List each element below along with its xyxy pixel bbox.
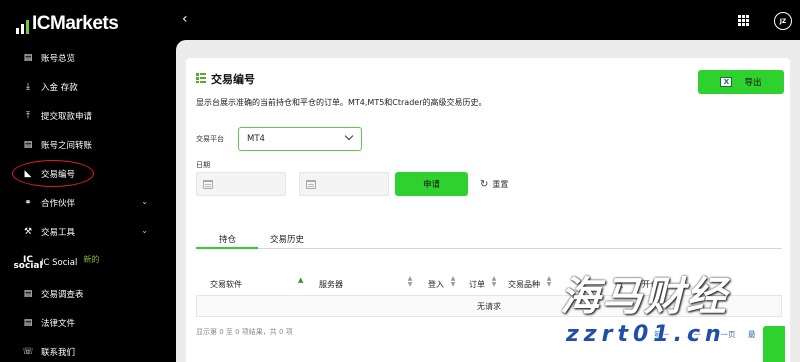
active-tab-indicator bbox=[196, 247, 258, 249]
avatar[interactable]: JZ bbox=[774, 12, 792, 30]
sidebar-item-partner[interactable]: ⚭ 合作伙伴 ⌄ bbox=[22, 194, 162, 212]
sidebar-item-contact[interactable]: ☏ 联系我们 bbox=[22, 343, 162, 361]
apply-button[interactable]: 申请 bbox=[395, 172, 468, 196]
end-date-input[interactable] bbox=[299, 172, 389, 196]
main-content: 交易编号 X 导出 显示台展示准确的当前持仓和平仓的订单。MT4,MT5和Ctr… bbox=[176, 40, 800, 362]
chevron-down-icon bbox=[344, 131, 354, 141]
new-badge: 新的 bbox=[83, 254, 100, 264]
sidebar-item-withdraw[interactable]: ⤒ 提交取款申请 bbox=[22, 107, 162, 125]
sidebar-item-transfer[interactable]: ▤ 账号之间转账 bbox=[22, 136, 162, 154]
column-header-open[interactable]: 开仓 bbox=[642, 278, 658, 290]
export-button[interactable]: X 导出 bbox=[698, 70, 784, 94]
partner-icon: ⚭ bbox=[24, 198, 32, 208]
overview-icon: ▤ bbox=[23, 53, 33, 63]
trade-number-card: 交易编号 X 导出 显示台展示准确的当前持仓和平仓的订单。MT4,MT5和Ctr… bbox=[186, 58, 790, 362]
platform-label: 交易平台 bbox=[196, 135, 224, 143]
excel-icon: X bbox=[720, 77, 733, 87]
sort-asc-icon[interactable]: ▲ bbox=[298, 276, 303, 284]
refresh-icon: ↻ bbox=[480, 178, 489, 190]
sidebar-item-survey[interactable]: ▤ 交易调查表 bbox=[22, 285, 162, 303]
back-arrow-icon[interactable]: ‹ bbox=[182, 11, 188, 27]
sidebar-item-ic-social[interactable]: IC social IC Social 新的 bbox=[13, 254, 162, 272]
logo-bars-icon bbox=[16, 20, 29, 34]
ic-social-icon: IC social bbox=[13, 255, 43, 271]
tools-icon: ⚒ bbox=[23, 227, 33, 237]
calendar-icon bbox=[306, 179, 316, 189]
ic-markets-logo[interactable]: ICMarkets bbox=[16, 10, 119, 34]
pager-first[interactable]: 第一 bbox=[654, 329, 669, 340]
column-header-volume[interactable]: 数 bbox=[615, 278, 623, 290]
sidebar-item-deposit[interactable]: ⤓ 入金 存款 bbox=[22, 78, 162, 96]
highlight-ellipse bbox=[12, 160, 94, 187]
survey-icon: ▤ bbox=[23, 289, 33, 299]
reset-button[interactable]: ↻ 重置 bbox=[480, 177, 508, 191]
start-date-input[interactable] bbox=[196, 172, 286, 196]
calendar-icon bbox=[203, 179, 213, 189]
top-bar: ‹ JZ bbox=[176, 0, 800, 40]
pager-next[interactable]: 下一页 bbox=[713, 329, 736, 340]
column-header-symbol[interactable]: 交易品种 bbox=[508, 278, 540, 290]
column-header-server[interactable]: 服务器 bbox=[319, 278, 343, 290]
table-empty-row: 无请求 bbox=[196, 295, 782, 317]
deposit-icon: ⤓ bbox=[26, 82, 30, 92]
tabs-divider bbox=[196, 248, 782, 249]
sort-icon[interactable]: ▲ ▼ bbox=[491, 276, 497, 288]
sidebar-item-tools[interactable]: ⚒ 交易工具 ⌄ bbox=[22, 223, 162, 241]
transfer-icon: ▤ bbox=[23, 140, 33, 150]
tab-trade-history[interactable]: 交易历史 bbox=[270, 233, 304, 245]
table-footer-info: 显示第 0 至 0 项结果，共 0 项 bbox=[196, 328, 293, 336]
chat-widget-button[interactable] bbox=[763, 326, 785, 362]
chevron-down-icon: ⌄ bbox=[141, 197, 148, 206]
sort-icon[interactable]: ▲ ▼ bbox=[407, 276, 413, 288]
page-title: 交易编号 bbox=[211, 73, 255, 86]
page-description: 显示台展示准确的当前持仓和平仓的订单。MT4,MT5和Ctrader的高级交易历… bbox=[196, 98, 487, 107]
chevron-down-icon: ⌄ bbox=[141, 226, 148, 235]
column-header-software[interactable]: 交易软件 bbox=[210, 278, 242, 290]
tab-positions[interactable]: 持仓 bbox=[219, 233, 236, 245]
contact-icon: ☏ bbox=[22, 347, 34, 357]
sort-icon[interactable]: ▲ ▼ bbox=[546, 276, 552, 288]
sidebar: ICMarkets ▤ 账号总览 ⤓ 入金 存款 ⤒ 提交取款申请 ▤ 账号之间… bbox=[0, 0, 176, 362]
sort-icon[interactable]: ▲ ▼ bbox=[450, 276, 456, 288]
platform-select[interactable]: MT4 bbox=[238, 127, 362, 151]
legal-icon: ▤ bbox=[23, 318, 33, 328]
apps-grid-icon[interactable] bbox=[738, 15, 749, 26]
column-header-login[interactable]: 登入 bbox=[428, 278, 444, 290]
pager-last[interactable]: 最 bbox=[748, 329, 756, 340]
sidebar-item-overview[interactable]: ▤ 账号总览 bbox=[22, 49, 162, 67]
column-header-order[interactable]: 订单 bbox=[469, 278, 485, 290]
withdraw-icon: ⤒ bbox=[26, 111, 30, 121]
date-label: 日期 bbox=[196, 161, 210, 169]
sidebar-item-legal[interactable]: ▤ 法律文件 bbox=[22, 314, 162, 332]
pager-prev[interactable]: 上一 bbox=[686, 329, 701, 340]
list-icon bbox=[196, 73, 206, 83]
